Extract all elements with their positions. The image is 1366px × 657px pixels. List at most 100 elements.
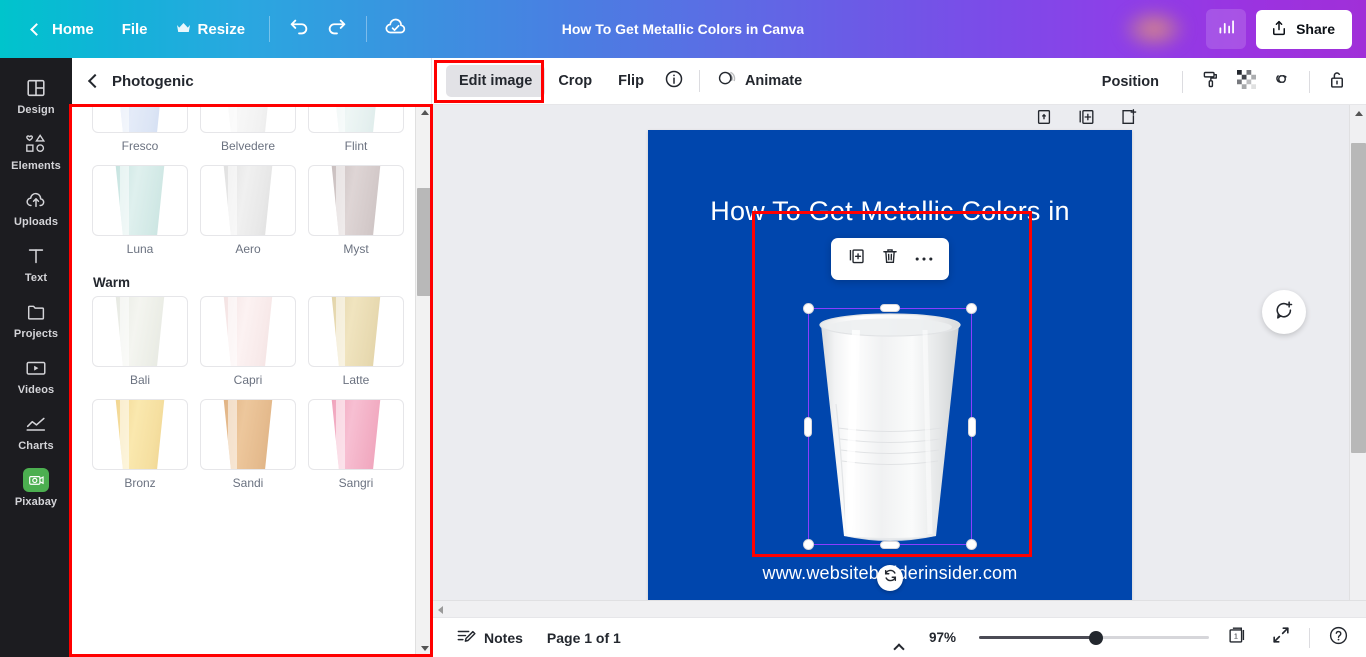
header-left-group: Home File Resize — [0, 10, 415, 48]
edit-image-button[interactable]: Edit image — [446, 65, 546, 97]
transparency-button[interactable] — [1229, 65, 1263, 99]
resize-button[interactable]: Resize — [162, 13, 260, 46]
delete-element-button[interactable] — [875, 245, 905, 273]
filter-item-aero[interactable]: Aero — [200, 165, 296, 256]
flip-button[interactable]: Flip — [605, 65, 657, 97]
cloud-saved-button[interactable] — [377, 10, 415, 48]
scroll-down-arrow[interactable] — [416, 640, 432, 657]
canvas-vertical-scrollbar[interactable] — [1349, 105, 1366, 617]
duplicate-page-button[interactable] — [1074, 107, 1098, 131]
resize-handle-right[interactable] — [968, 416, 976, 437]
add-page-icon — [1119, 108, 1137, 131]
filter-thumb — [308, 104, 404, 133]
sidebar-label-projects: Projects — [13, 328, 59, 340]
filter-item-capri[interactable]: Capri — [200, 295, 296, 387]
lock-button[interactable] — [1320, 65, 1354, 99]
filter-item-sandi[interactable]: Sandi — [200, 399, 296, 490]
undo-button[interactable] — [280, 10, 318, 48]
home-button[interactable]: Home — [18, 13, 108, 46]
canvas-scroll-up-arrow[interactable] — [1350, 105, 1366, 122]
notes-pencil-icon — [456, 627, 476, 648]
toolbar-divider-1 — [698, 70, 700, 92]
triangle-up-icon — [420, 110, 429, 115]
crop-button[interactable]: Crop — [545, 65, 605, 97]
resize-handle-top-left[interactable] — [803, 303, 814, 314]
selected-image-wrapper[interactable] — [803, 303, 977, 591]
resize-handle-bottom-left[interactable] — [803, 539, 814, 550]
lock-page-button[interactable] — [1032, 107, 1056, 131]
collapse-panel-button[interactable] — [865, 638, 933, 657]
filter-item-flint[interactable]: Flint — [308, 104, 404, 153]
filter-item-bronz[interactable]: Bronz — [92, 399, 188, 490]
canvas-area[interactable]: How To Get Metallic Colors in www.websit… — [432, 105, 1366, 657]
add-comment-button[interactable] — [1262, 290, 1306, 334]
file-button[interactable]: File — [108, 13, 162, 46]
filter-name: Bronz — [124, 476, 156, 491]
resize-handle-bottom[interactable] — [880, 541, 900, 549]
rotate-handle[interactable] — [877, 565, 903, 591]
scroll-up-arrow[interactable] — [416, 104, 432, 121]
notes-button[interactable]: Notes — [446, 621, 533, 654]
scrollbar-thumb[interactable] — [417, 188, 432, 296]
canvas-scrollbar-thumb[interactable] — [1351, 143, 1366, 453]
fullscreen-button[interactable] — [1265, 623, 1297, 653]
cloud-saved-icon — [384, 15, 408, 44]
filter-thumb — [308, 399, 404, 471]
sidebar-item-pixabay[interactable]: Pixabay — [0, 460, 72, 514]
design-page[interactable]: How To Get Metallic Colors in www.websit… — [648, 130, 1132, 614]
selection-bounding-box — [808, 308, 972, 545]
page-heading-text[interactable]: How To Get Metallic Colors in — [648, 195, 1132, 229]
filter-item-luna[interactable]: Luna — [92, 165, 188, 256]
share-button[interactable]: Share — [1256, 9, 1352, 49]
trash-icon — [881, 247, 899, 271]
bar-chart-icon — [1216, 16, 1237, 42]
sidebar-item-text[interactable]: Text — [0, 236, 72, 290]
filter-item-latte[interactable]: Latte — [308, 295, 404, 387]
canvas-horizontal-scrollbar[interactable] — [432, 600, 1366, 617]
duplicate-element-button[interactable] — [841, 245, 871, 273]
filter-item-sangri[interactable]: Sangri — [308, 399, 404, 490]
resize-handle-bottom-right[interactable] — [966, 539, 977, 550]
sidebar-item-design[interactable]: Design — [0, 68, 72, 122]
filter-item-fresco[interactable]: Fresco — [92, 104, 188, 153]
zoom-slider[interactable] — [979, 630, 1209, 646]
resize-handle-left[interactable] — [804, 416, 812, 437]
filter-item-belvedere[interactable]: Belvedere — [200, 104, 296, 153]
position-button[interactable]: Position — [1089, 66, 1172, 98]
sidebar-item-charts[interactable]: Charts — [0, 404, 72, 458]
resize-handle-top[interactable] — [880, 304, 900, 312]
redo-button[interactable] — [318, 10, 356, 48]
filter-thumb — [200, 165, 296, 237]
filter-item-myst[interactable]: Myst — [308, 165, 404, 256]
filter-item-bali[interactable]: Bali — [92, 295, 188, 387]
video-play-icon — [24, 356, 48, 380]
copy-style-button[interactable] — [1193, 65, 1227, 99]
sidebar-item-projects[interactable]: Projects — [0, 292, 72, 346]
more-options-button[interactable] — [909, 245, 939, 273]
duplicate-page-icon — [1077, 108, 1096, 131]
link-button[interactable] — [1265, 65, 1299, 99]
info-button[interactable] — [657, 64, 691, 98]
design-title[interactable]: How To Get Metallic Colors in Canva — [562, 21, 804, 37]
zoom-slider-knob[interactable] — [1089, 630, 1103, 645]
panel-header: Photogenic — [72, 58, 431, 104]
page-grid-button[interactable]: 1 — [1221, 623, 1253, 653]
zoom-percent-label: 97% — [929, 630, 957, 645]
panel-scrollbar[interactable] — [415, 104, 432, 657]
add-page-button[interactable] — [1116, 107, 1140, 131]
bottom-right-group: 97% 1 — [929, 623, 1354, 653]
insights-button[interactable] — [1206, 9, 1247, 49]
help-button[interactable] — [1322, 623, 1354, 653]
panel-back-icon[interactable] — [87, 73, 103, 89]
resize-handle-top-right[interactable] — [966, 303, 977, 314]
redo-icon — [326, 16, 348, 43]
sidebar-item-elements[interactable]: Elements — [0, 124, 72, 178]
sidebar-label-elements: Elements — [11, 160, 61, 172]
sidebar-item-uploads[interactable]: Uploads — [0, 180, 72, 234]
sidebar-item-videos[interactable]: Videos — [0, 348, 72, 402]
filter-name: Fresco — [121, 139, 159, 153]
animate-button[interactable]: Animate — [708, 61, 814, 101]
filter-scroll-content: Fresco Belvedere Flint Luna Aero Myst Wa… — [92, 104, 412, 491]
transparency-checker-icon — [1236, 69, 1256, 94]
canvas-scroll-left-arrow[interactable] — [432, 601, 449, 618]
